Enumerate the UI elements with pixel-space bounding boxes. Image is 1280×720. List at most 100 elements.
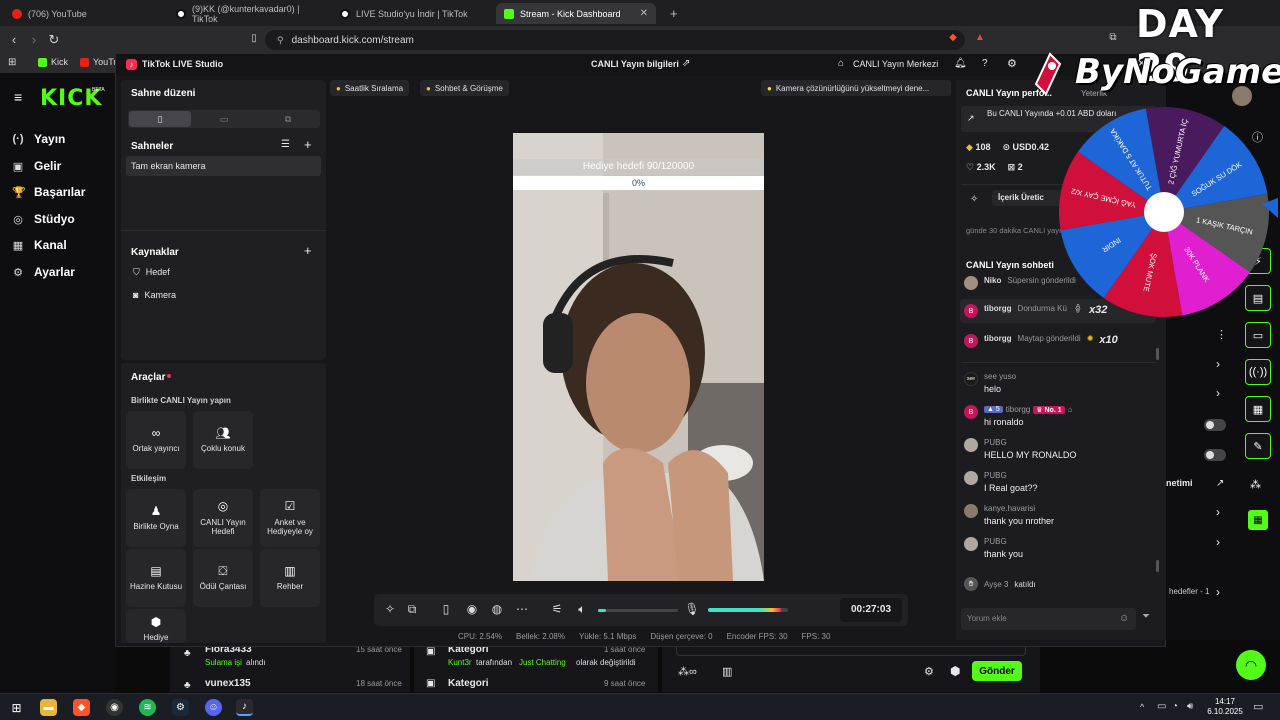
- emote-icon[interactable]: ⁂∞: [678, 665, 697, 678]
- brave-rewards-icon[interactable]: ▲: [972, 32, 988, 43]
- emoji-icon[interactable]: ☺: [1119, 613, 1129, 624]
- chat-scrollbar[interactable]: [1156, 348, 1159, 360]
- toggle-switch[interactable]: [1204, 449, 1226, 461]
- landscape-layout-button[interactable]: ▭: [193, 111, 255, 127]
- share-icon[interactable]: ⇗: [682, 58, 690, 69]
- gear-icon[interactable]: ⚙: [924, 665, 934, 678]
- add-source-button[interactable]: +: [304, 243, 312, 258]
- guide-button[interactable]: ▥ Rehber: [260, 549, 320, 607]
- reward-bag-button[interactable]: ⛋ Ödül Çantası: [193, 549, 253, 607]
- co-host-button[interactable]: ∞ Ortak yayıncı: [126, 411, 186, 469]
- chevron-right-icon[interactable]: ›: [1216, 386, 1220, 400]
- dual-layout-button[interactable]: ⧉: [257, 111, 319, 127]
- live-info-title[interactable]: CANLI Yayın bilgileri: [591, 59, 679, 69]
- notification-center-icon[interactable]: ▭: [1253, 700, 1263, 713]
- chevron-right-icon[interactable]: ›: [1216, 585, 1220, 599]
- tab-tiktok-studio[interactable]: LIVE Studio'yu İndir | TikTok: [332, 3, 492, 24]
- bookmark-youtube[interactable]: YouTu: [80, 57, 118, 67]
- chevron-right-icon[interactable]: ›: [1216, 535, 1220, 549]
- store-icon[interactable]: ▥: [722, 665, 732, 678]
- portrait-layout-button[interactable]: ▯: [129, 111, 191, 127]
- extensions-icon[interactable]: ⧉: [1105, 32, 1121, 43]
- reload-icon[interactable]: ↻: [46, 32, 62, 48]
- wrench-icon[interactable]: ✎: [1245, 433, 1271, 459]
- url-field[interactable]: ⚲ dashboard.kick.com/stream: [265, 30, 965, 50]
- multi-guest-button[interactable]: 👥︎ Çoklu konuk: [193, 411, 253, 469]
- nav-item-ayarlar[interactable]: ⚙ Ayarlar: [12, 265, 75, 279]
- connections-icon[interactable]: ⁂: [1250, 478, 1261, 491]
- volume-icon[interactable]: 🔊︎: [1187, 701, 1193, 712]
- chevron-right-icon[interactable]: ›: [1216, 357, 1220, 371]
- close-tab-icon[interactable]: ✕: [640, 8, 648, 19]
- chat-scrollbar[interactable]: [1156, 560, 1159, 572]
- add-scene-button[interactable]: +: [304, 137, 312, 152]
- filter-icon[interactable]: ⏷: [1142, 611, 1150, 622]
- source-item-hedef[interactable]: ⛉ Hedef: [133, 267, 170, 278]
- screen-capture-icon[interactable]: ⧉: [404, 602, 420, 617]
- camera-tip-chip[interactable]: ● Kamera çözünürlüğünü yükseltmeyi dene..…: [761, 80, 951, 96]
- bookmark-kick[interactable]: Kick: [38, 57, 68, 67]
- more-icon[interactable]: ⋯: [514, 602, 530, 616]
- microphone-icon[interactable]: 🎙︎: [684, 602, 700, 616]
- game-icon[interactable]: ▦: [1248, 510, 1268, 530]
- tab-kick-dashboard[interactable]: Stream - Kick Dashboard ✕: [496, 3, 656, 24]
- forward-icon[interactable]: ›: [26, 32, 42, 47]
- speaker-icon[interactable]: 🔈︎: [574, 602, 590, 617]
- external-link-icon[interactable]: ↗: [1216, 478, 1224, 489]
- nav-item-basarilar[interactable]: 🏆 Başarılar: [12, 185, 85, 199]
- steam-icon[interactable]: ⚙: [172, 699, 189, 716]
- more-icon[interactable]: ⋮: [1216, 328, 1227, 341]
- file-explorer-icon[interactable]: ▬: [40, 699, 57, 716]
- chat-and-call-chip[interactable]: ● Sohbet & Görüşme: [420, 80, 509, 96]
- help-icon[interactable]: ?: [982, 58, 988, 69]
- magic-wand-icon[interactable]: ✧: [382, 602, 398, 616]
- bell-icon[interactable]: 🔔︎: [954, 58, 967, 69]
- play-together-button[interactable]: ♟ Birlikte Oyna: [126, 489, 186, 547]
- send-button[interactable]: Gönder: [972, 661, 1022, 681]
- phone-icon[interactable]: ▯: [438, 602, 454, 616]
- chat-icon[interactable]: ▭: [1245, 322, 1271, 348]
- gift-button[interactable]: ⬢ Hediye: [126, 609, 186, 643]
- broadcast-icon[interactable]: ((·)): [1245, 359, 1271, 385]
- apps-icon[interactable]: ⊞: [8, 57, 16, 68]
- spotify-icon[interactable]: ≋: [139, 699, 156, 716]
- hamburger-menu-icon[interactable]: ≡: [14, 89, 22, 105]
- gear-icon[interactable]: ⚙: [1007, 57, 1017, 70]
- new-tab-button[interactable]: +: [662, 3, 682, 24]
- bot-icon[interactable]: ⬢: [950, 664, 960, 678]
- tab-youtube[interactable]: (706) YouTube: [4, 3, 164, 24]
- toggle-switch[interactable]: [1204, 419, 1226, 431]
- mic-level-meter[interactable]: [708, 608, 788, 612]
- nav-item-kanal[interactable]: ▦ Kanal: [12, 238, 67, 252]
- scene-item[interactable]: Tam ekran kamera: [126, 156, 321, 176]
- source-item-kamera[interactable]: ◙ Kamera: [133, 290, 176, 300]
- effects-icon[interactable]: ◍: [489, 602, 505, 616]
- nav-item-gelir[interactable]: ▣ Gelir: [12, 159, 62, 173]
- sliders-icon[interactable]: ⚟: [549, 602, 565, 616]
- bookmark-icon[interactable]: ▯: [246, 33, 262, 44]
- comment-input[interactable]: Yorum ekle ☺: [961, 608, 1136, 630]
- tab-tiktok-profile[interactable]: (9)KK (@kunterkavadar0) | TikTok: [168, 3, 328, 24]
- brave-browser-icon[interactable]: ◆: [73, 699, 90, 716]
- treasure-box-button[interactable]: ▤ Hazine Kutusu: [126, 549, 186, 607]
- tray-chevron-icon[interactable]: ^: [1140, 702, 1144, 712]
- network-icon[interactable]: ▭: [1157, 701, 1166, 712]
- live-center-link[interactable]: CANLI Yayın Merkezi: [853, 59, 938, 69]
- wifi-icon[interactable]: ◔: [1172, 701, 1178, 712]
- poll-button[interactable]: ☑ Anket ve Hediyeyle oy: [260, 489, 320, 547]
- nav-item-studyo[interactable]: ◎ Stüdyo: [12, 212, 74, 226]
- obs-icon[interactable]: ◉: [106, 699, 123, 716]
- discord-icon[interactable]: ☺: [205, 699, 222, 716]
- hourly-ranking-chip[interactable]: ● Saatlik Sıralama: [330, 80, 410, 96]
- back-icon[interactable]: ‹: [6, 32, 22, 47]
- record-icon[interactable]: ◉: [464, 602, 480, 616]
- live-goal-button[interactable]: ◎ CANLI Yayın Hedefi: [193, 489, 253, 547]
- brave-shield-icon[interactable]: ◆: [945, 32, 961, 43]
- windows-start-icon[interactable]: ⊞: [8, 699, 25, 716]
- nav-item-yayin[interactable]: (·) Yayın: [12, 132, 66, 146]
- tiktok-live-studio-icon[interactable]: ♪: [236, 699, 253, 716]
- list-icon[interactable]: ☰: [281, 139, 290, 150]
- layout-icon[interactable]: ▦: [1245, 396, 1271, 422]
- system-clock[interactable]: 14:17 6.10.2025: [1207, 697, 1243, 717]
- chevron-right-icon[interactable]: ›: [1216, 505, 1220, 519]
